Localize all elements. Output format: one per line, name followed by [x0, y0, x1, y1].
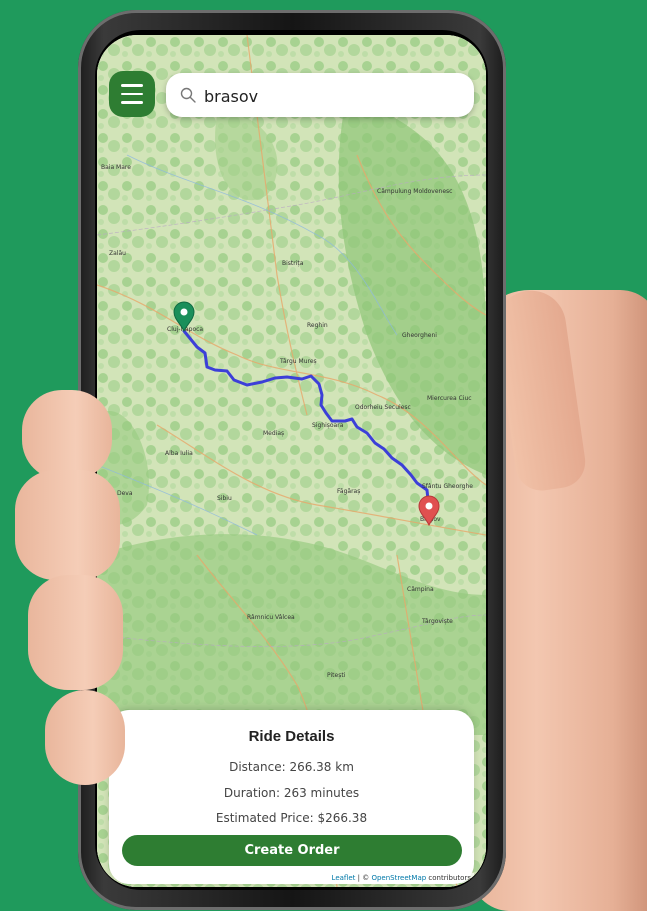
finger-middle [15, 470, 120, 580]
label-targu-mures: Târgu Mureș [279, 358, 317, 365]
leaflet-link[interactable]: Leaflet [332, 874, 356, 882]
create-order-button[interactable]: Create Order [122, 835, 462, 866]
search-icon [180, 87, 196, 103]
menu-icon-bar [121, 101, 143, 104]
label-deva: Deva [117, 490, 133, 497]
label-reghin: Reghin [307, 322, 328, 329]
label-baia-mare: Baia Mare [101, 164, 131, 171]
phone-screen: Cluj-Napoca Brașov Târgu Mureș Sighișoar… [97, 35, 486, 887]
label-zalau: Zalău [109, 250, 126, 257]
label-gheorgheni: Gheorgheni [402, 332, 437, 339]
search-input[interactable] [202, 81, 466, 111]
label-sighisoara: Sighișoara [312, 422, 344, 429]
label-pitesti: Pitești [327, 672, 346, 679]
label-medias: Mediaș [263, 430, 284, 437]
ride-details-card: Ride Details Distance: 266.38 km Duratio… [109, 710, 474, 884]
label-odorheiu: Odorheiu Secuiesc [355, 404, 411, 411]
finger-ring [28, 575, 123, 690]
ride-details-title: Ride Details [248, 728, 335, 745]
finger-little [45, 690, 125, 785]
label-campina: Câmpina [407, 586, 434, 593]
menu-icon-bar [121, 84, 143, 87]
osm-link[interactable]: OpenStreetMap [371, 874, 426, 882]
label-ramnicu-valcea: Râmnicu Vâlcea [247, 614, 295, 621]
distance-text: Distance: 266.38 km [229, 760, 354, 774]
label-alba-iulia: Alba Iulia [165, 450, 193, 457]
attribution-tail: contributors [428, 874, 471, 882]
search-bar [166, 73, 474, 117]
finger-index [22, 390, 112, 480]
label-sfantu-gheorghe: Sfântu Gheorghe [422, 483, 473, 490]
label-campulung: Câmpulung Moldovenesc [377, 188, 452, 195]
label-fagaras: Făgăraș [337, 488, 360, 495]
label-bistrita: Bistrița [282, 260, 304, 267]
label-miercurea-ciuc: Miercurea Ciuc [427, 395, 472, 402]
map-attribution: Leaflet | © OpenStreetMap contributors [328, 873, 474, 883]
price-text: Estimated Price: $266.38 [215, 811, 368, 825]
duration-text: Duration: 263 minutes [223, 786, 360, 800]
menu-button[interactable] [109, 71, 155, 117]
label-targoviste: Târgoviște [421, 618, 453, 625]
menu-icon-bar [121, 92, 143, 96]
label-sibiu: Sibiu [217, 495, 232, 502]
